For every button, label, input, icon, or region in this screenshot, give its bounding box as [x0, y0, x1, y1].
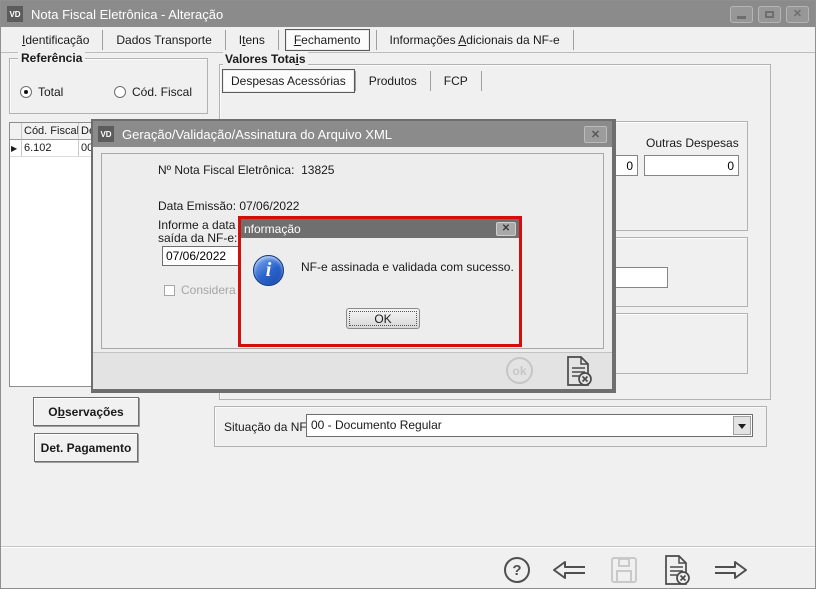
window-titlebar: VD Nota Fiscal Eletrônica - Alteração ✕	[1, 1, 815, 27]
data-saida-input[interactable]	[162, 246, 242, 266]
cancel-document-button[interactable]	[564, 355, 594, 390]
tab-produtos[interactable]: Produtos	[356, 74, 430, 88]
document-x-icon	[662, 554, 692, 586]
close-icon: ✕	[502, 223, 510, 234]
bottom-toolbar: ?	[1, 546, 815, 588]
radio-total[interactable]: Total	[20, 85, 63, 99]
maximize-button[interactable]	[758, 6, 781, 23]
tab-separator	[573, 30, 574, 50]
ok-disabled-button: ok	[506, 357, 533, 384]
chevron-down-icon	[738, 424, 746, 433]
tab-informacoes-adicionais[interactable]: Informações Adicionais da NF-e	[377, 33, 573, 47]
emissao-line: Data Emissão: 07/06/2022	[158, 199, 299, 213]
situacao-combobox[interactable]: 00 - Documento Regular	[306, 414, 753, 437]
radio-cod-fiscal-icon	[114, 86, 126, 98]
nf-number-line: Nº Nota Fiscal Eletrônica: 13825	[158, 163, 334, 177]
maximize-icon	[765, 11, 774, 18]
radio-cod-fiscal-label: Cód. Fiscal	[132, 85, 192, 99]
save-button-disabled	[610, 556, 638, 587]
alert-title: nformação	[244, 222, 301, 236]
document-x-icon	[564, 355, 594, 387]
situacao-value: 00 - Documento Regular	[311, 418, 442, 432]
xml-dialog-footer: ok	[93, 352, 612, 389]
radio-total-label: Total	[38, 85, 63, 99]
tab-fcp[interactable]: FCP	[431, 74, 481, 88]
tab-itens[interactable]: Itens	[226, 33, 278, 47]
outras-despesas-label: Outras Despesas	[646, 136, 739, 150]
valores-tab-strip: Despesas Acessórias Produtos FCP	[222, 68, 482, 94]
tab-fechamento[interactable]: Fechamento	[285, 29, 370, 51]
tab-separator	[481, 71, 482, 91]
next-record-button[interactable]	[714, 560, 748, 583]
grid-header-row: Cód. Fiscal De	[10, 123, 92, 140]
window-title: Nota Fiscal Eletrônica - Alteração	[31, 7, 223, 22]
alert-close-button[interactable]: ✕	[496, 222, 516, 236]
help-icon: ?	[512, 562, 521, 579]
grid-header-indicator	[10, 123, 22, 140]
app-window: VD Nota Fiscal Eletrônica - Alteração ✕ …	[0, 0, 816, 589]
tab-separator	[278, 30, 279, 50]
radio-cod-fiscal[interactable]: Cód. Fiscal	[114, 85, 192, 99]
close-icon: ✕	[793, 9, 802, 20]
close-icon: ✕	[591, 128, 600, 141]
info-alert-dialog: nformação ✕ NF-e assinada e validada com…	[238, 216, 522, 347]
grid-header-cod-fiscal: Cód. Fiscal	[22, 123, 79, 140]
app-icon: VD	[7, 6, 23, 22]
situacao-group: Situação da NF: 00 - Documento Regular	[214, 406, 767, 447]
combobox-dropdown-button[interactable]	[733, 416, 751, 435]
tab-identificacao[interactable]: Identificação	[9, 33, 102, 47]
arrow-right-icon	[714, 560, 748, 580]
observacoes-button[interactable]: Observações	[33, 397, 139, 426]
considera-checkbox[interactable]	[164, 285, 175, 296]
alert-ok-button[interactable]: OK	[346, 308, 420, 329]
window-controls: ✕	[730, 6, 809, 23]
alert-titlebar: nformação ✕	[241, 219, 519, 238]
radio-total-icon	[20, 86, 32, 98]
tab-dados-transporte[interactable]: Dados Transporte	[103, 33, 224, 47]
grid-cell-cod-fiscal: 6.102	[22, 140, 79, 157]
itens-grid: Cód. Fiscal De ▶ 6.102 00	[9, 122, 93, 387]
main-tab-bar: Identificação Dados Transporte Itens Fec…	[1, 27, 815, 53]
xml-dialog-close-button[interactable]: ✕	[584, 126, 607, 143]
prompt-line-2: saída da NF-e:	[158, 231, 237, 245]
xml-dialog-title: Geração/Validação/Assinatura do Arquivo …	[122, 127, 392, 142]
info-icon	[253, 255, 284, 286]
arrow-left-icon	[552, 560, 586, 580]
valores-totais-label: Valores Totais	[223, 52, 308, 66]
det-pagamento-button[interactable]: Det. Pagamento	[34, 433, 138, 462]
situacao-label: Situação da NF:	[224, 420, 310, 434]
referencia-group-label: Referência	[18, 51, 85, 65]
save-icon	[610, 556, 638, 584]
cancel-document-button[interactable]	[662, 554, 692, 589]
xml-dialog-titlebar: VD Geração/Validação/Assinatura do Arqui…	[93, 121, 612, 147]
grid-row[interactable]: ▶ 6.102 00	[10, 140, 92, 157]
tab-despesas-acessorias[interactable]: Despesas Acessórias	[222, 69, 355, 93]
close-button[interactable]: ✕	[786, 6, 809, 23]
referencia-group: Referência Total Cód. Fiscal	[9, 58, 208, 114]
row-indicator-icon: ▶	[10, 140, 22, 157]
xml-dialog-icon: VD	[98, 126, 114, 142]
help-button[interactable]: ?	[504, 557, 530, 583]
alert-message: NF-e assinada e validada com sucesso.	[301, 260, 514, 274]
minimize-button[interactable]	[730, 6, 753, 23]
previous-record-button[interactable]	[552, 560, 586, 583]
outras-despesas-input[interactable]	[644, 155, 739, 176]
minimize-icon	[737, 16, 746, 19]
nf-number-value: 13825	[301, 163, 334, 177]
